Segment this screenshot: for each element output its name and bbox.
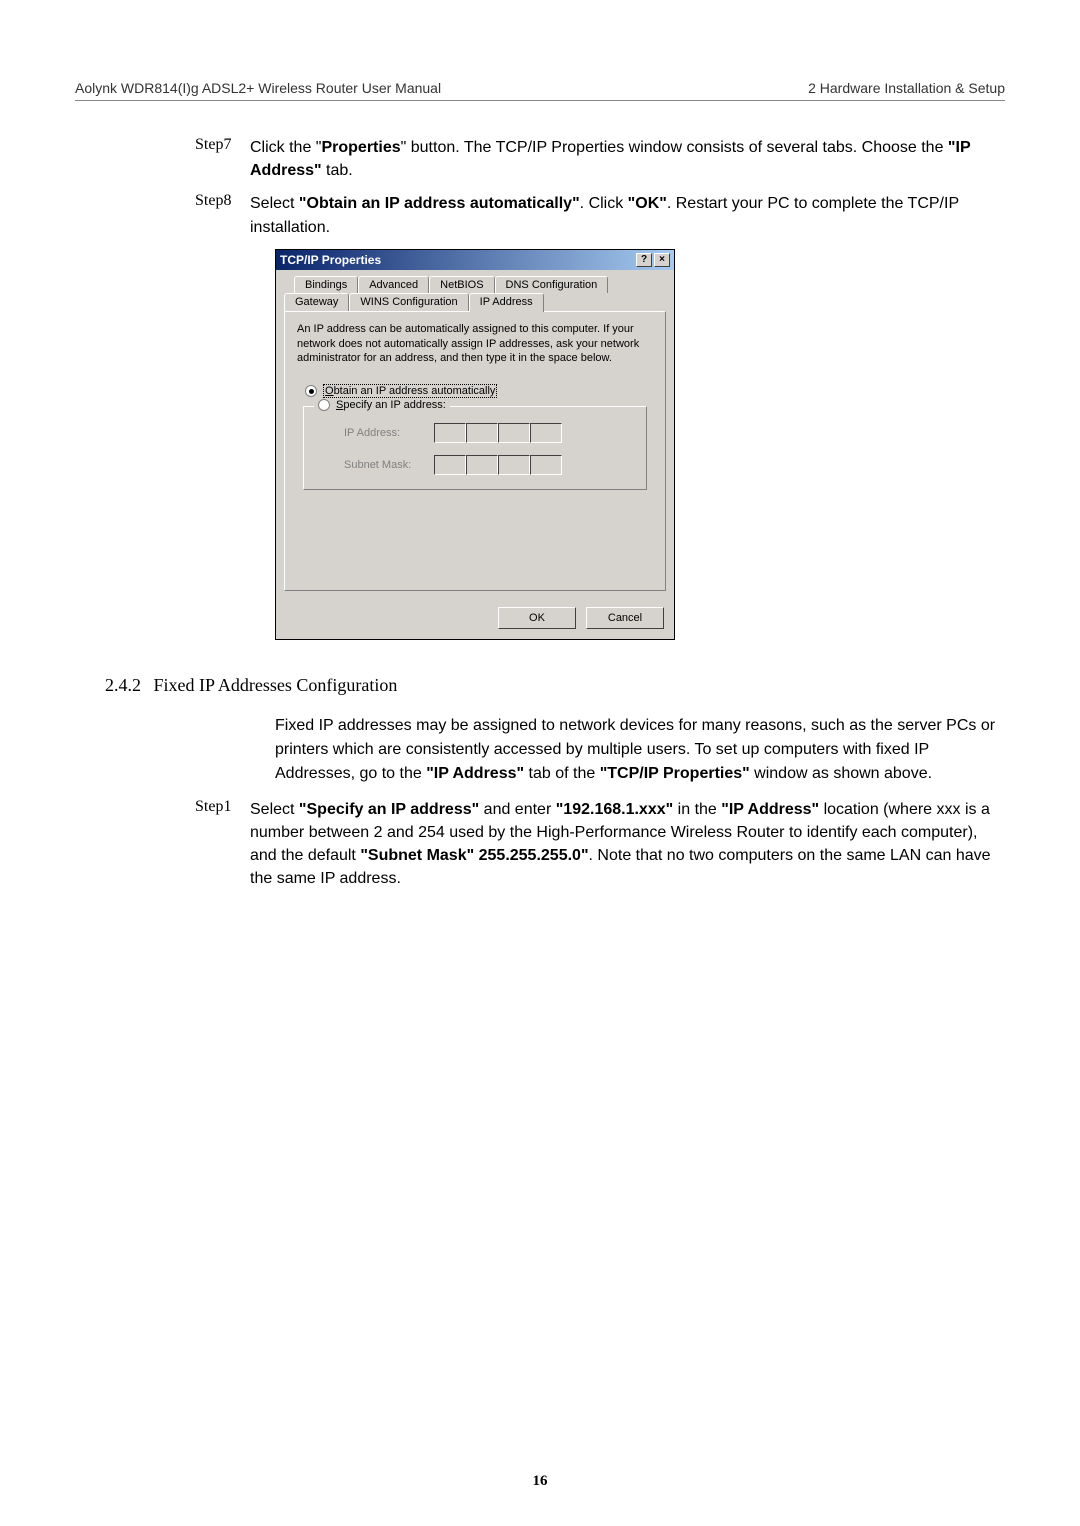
- radio-label-auto: Obtain an IP address automatically: [323, 384, 497, 398]
- ip-address-input[interactable]: [434, 423, 562, 443]
- step-block: Step7Click the "Properties" button. The …: [195, 136, 1005, 182]
- tab-wins-configuration[interactable]: WINS Configuration: [349, 293, 468, 311]
- step-label: Step8: [195, 192, 250, 238]
- step-text: Select "Specify an IP address" and enter…: [250, 798, 1005, 891]
- help-icon[interactable]: ?: [636, 253, 652, 267]
- tcpip-dialog-screenshot: TCP/IP Properties ? × BindingsAdvancedNe…: [275, 249, 1005, 640]
- tab-ip-address[interactable]: IP Address: [469, 293, 544, 312]
- ip-address-label: IP Address:: [344, 427, 424, 439]
- body-paragraph: Fixed IP addresses may be assigned to ne…: [275, 714, 1005, 786]
- radio-specify[interactable]: Specify an IP address:: [314, 399, 450, 411]
- step-text: Click the "Properties" button. The TCP/I…: [250, 136, 1005, 182]
- panel-description: An IP address can be automatically assig…: [297, 322, 653, 367]
- page-number: 16: [533, 1473, 548, 1490]
- dialog-titlebar: TCP/IP Properties ? ×: [276, 250, 674, 270]
- radio-obtain-auto[interactable]: Obtain an IP address automatically: [305, 384, 653, 398]
- subnet-mask-row: Subnet Mask:: [344, 455, 634, 475]
- section-heading: 2.4.2 Fixed IP Addresses Configuration: [105, 675, 1005, 696]
- dialog-title: TCP/IP Properties: [280, 253, 381, 267]
- subnet-mask-label: Subnet Mask:: [344, 459, 424, 471]
- section-number: 2.4.2: [105, 675, 141, 695]
- step-label: Step1: [195, 798, 250, 891]
- radio-icon-unchecked: [318, 399, 330, 411]
- ok-button[interactable]: OK: [498, 607, 576, 629]
- step-block: Step8Select "Obtain an IP address automa…: [195, 192, 1005, 238]
- section-title: Fixed IP Addresses Configuration: [154, 675, 398, 695]
- subnet-mask-input[interactable]: [434, 455, 562, 475]
- tab-panel-ip-address: An IP address can be automatically assig…: [284, 311, 666, 591]
- close-icon[interactable]: ×: [654, 253, 670, 267]
- ip-address-row: IP Address:: [344, 423, 634, 443]
- step-block: Step1Select "Specify an IP address" and …: [195, 798, 1005, 891]
- tab-dns-configuration[interactable]: DNS Configuration: [495, 276, 609, 293]
- step-label: Step7: [195, 136, 250, 182]
- header-left: Aolynk WDR814(I)g ADSL2+ Wireless Router…: [75, 80, 441, 96]
- page-header: Aolynk WDR814(I)g ADSL2+ Wireless Router…: [75, 80, 1005, 101]
- specify-fieldset: Specify an IP address: IP Address: Subne…: [303, 406, 647, 490]
- step-text: Select "Obtain an IP address automatical…: [250, 192, 1005, 238]
- radio-icon-checked: [305, 385, 317, 397]
- tcpip-properties-dialog: TCP/IP Properties ? × BindingsAdvancedNe…: [275, 249, 675, 640]
- header-right: 2 Hardware Installation & Setup: [808, 80, 1005, 96]
- radio-label-specify: Specify an IP address:: [336, 399, 446, 411]
- tab-gateway[interactable]: Gateway: [284, 293, 349, 311]
- tab-advanced[interactable]: Advanced: [358, 276, 429, 293]
- tab-bindings[interactable]: Bindings: [294, 276, 358, 293]
- cancel-button[interactable]: Cancel: [586, 607, 664, 629]
- tab-netbios[interactable]: NetBIOS: [429, 276, 494, 293]
